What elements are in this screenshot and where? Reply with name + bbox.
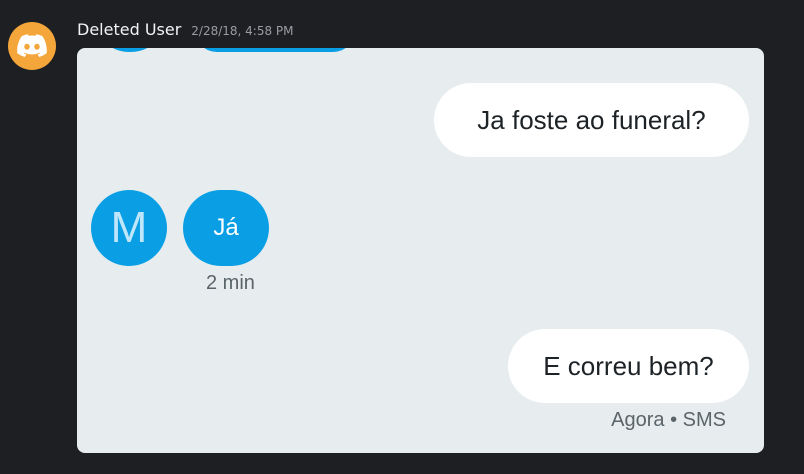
message-text: Ja foste ao funeral? bbox=[477, 104, 706, 135]
message-header: Deleted User 2/28/18, 4:58 PM bbox=[77, 20, 294, 44]
outgoing-bubble: E correu bem? bbox=[508, 329, 749, 403]
message-text: E correu bem? bbox=[543, 350, 714, 381]
incoming-bubble: Já bbox=[183, 190, 269, 266]
message-time: 2 min bbox=[206, 272, 255, 294]
cut-off-avatar bbox=[103, 48, 157, 52]
contact-initial: M bbox=[110, 203, 148, 252]
message-text: Já bbox=[213, 214, 239, 241]
message-timestamp[interactable]: 2/28/18, 4:58 PM bbox=[191, 24, 293, 38]
user-avatar[interactable] bbox=[8, 22, 56, 70]
message-status: Agora • SMS bbox=[611, 409, 726, 431]
username[interactable]: Deleted User bbox=[77, 20, 181, 39]
contact-avatar: M bbox=[91, 190, 167, 266]
image-attachment[interactable]: Ja foste ao funeral? M Já 2 min E correu… bbox=[77, 48, 764, 453]
outgoing-bubble: Ja foste ao funeral? bbox=[434, 83, 749, 157]
discord-logo-icon bbox=[17, 34, 47, 57]
cut-off-bubble bbox=[195, 48, 355, 52]
